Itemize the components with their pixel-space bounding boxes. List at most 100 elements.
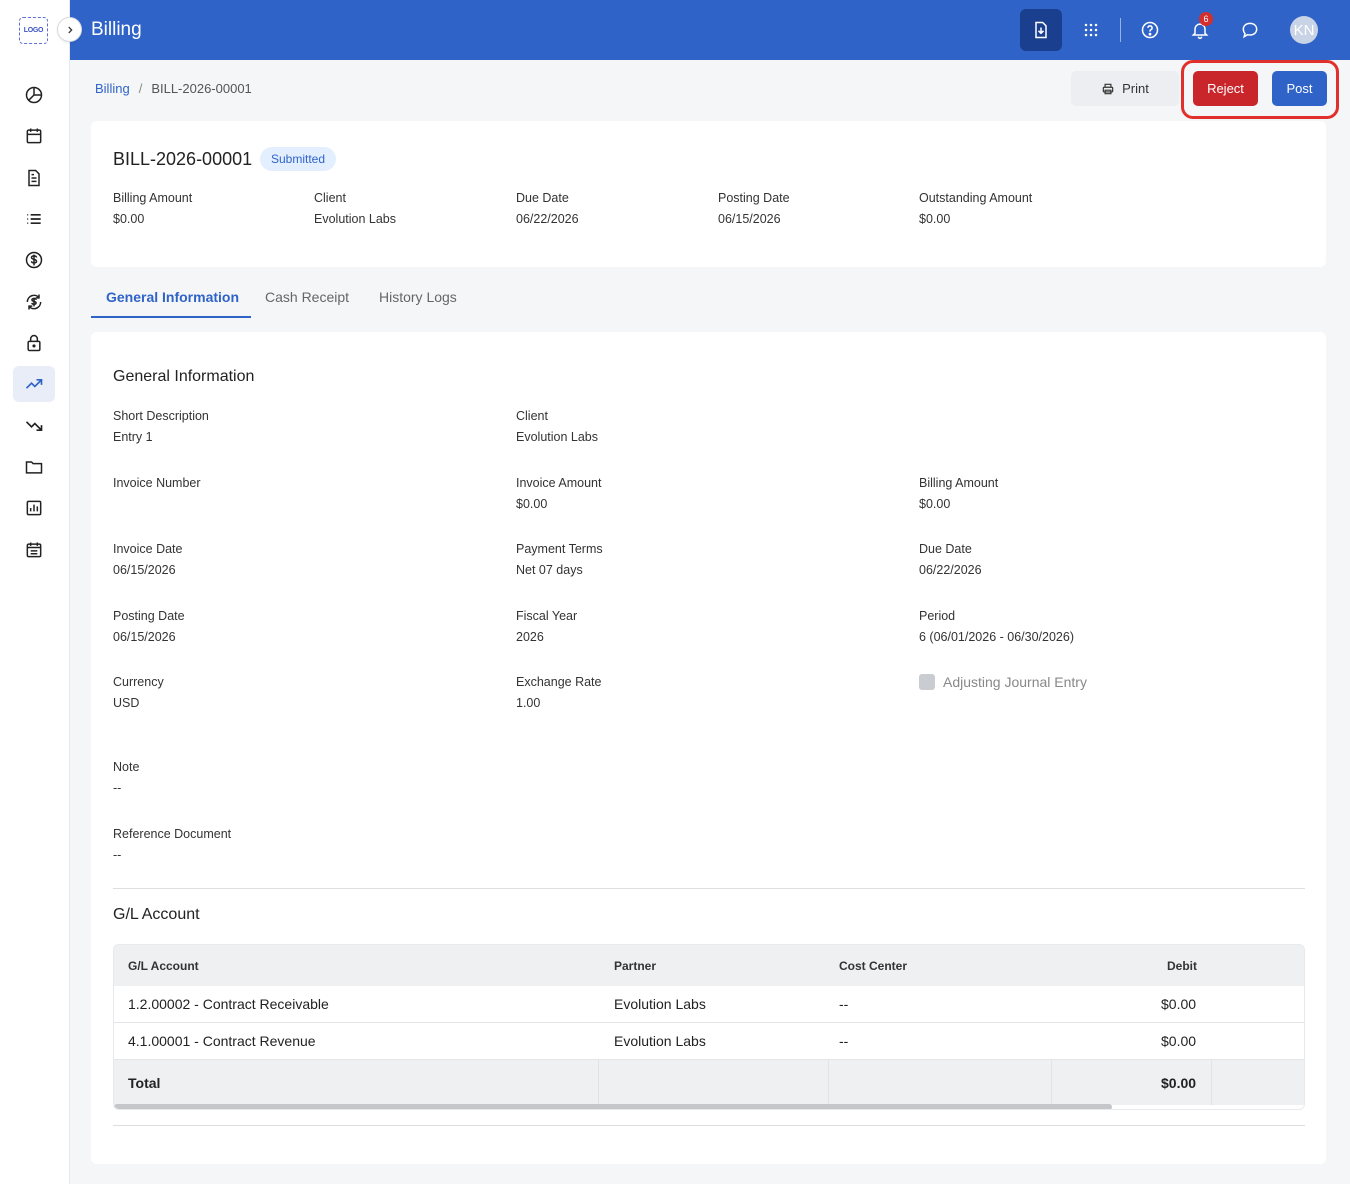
sidebar-item-calendar[interactable]: [13, 118, 55, 154]
note-field: Note --: [113, 760, 140, 795]
total-col-divider: [1051, 1060, 1052, 1105]
user-avatar[interactable]: KN: [1290, 16, 1318, 44]
total-debit: $0.00: [1161, 1074, 1197, 1091]
summary-client: Client Evolution Labs: [314, 191, 397, 226]
period-field: Period 6 (06/01/2026 - 06/30/2026): [919, 609, 1074, 644]
action-highlight-outline: [1181, 60, 1339, 119]
sidebar: LOGO: [0, 0, 70, 1184]
col-cost-center[interactable]: Cost Center: [839, 945, 907, 986]
printer-icon: [1102, 83, 1114, 94]
chevron-right-icon: [67, 26, 73, 33]
breadcrumb-separator: /: [138, 81, 143, 96]
invoice-number-field: Invoice Number: [113, 476, 201, 490]
total-label: Total: [128, 1074, 161, 1091]
tab-cash-receipt[interactable]: Cash Receipt: [265, 289, 349, 305]
col-gl-account[interactable]: G/L Account: [128, 945, 199, 986]
cell-cost-center: --: [839, 1033, 849, 1049]
table-row[interactable]: 4.1.00001 - Contract Revenue Evolution L…: [114, 1023, 1304, 1060]
print-button[interactable]: Print: [1071, 71, 1179, 106]
grid-dots-icon: [1084, 23, 1098, 37]
sidebar-item-payments[interactable]: [13, 242, 55, 278]
invoice-date-field: Invoice Date 06/15/2026: [113, 542, 183, 577]
sidebar-item-reports[interactable]: [13, 490, 55, 526]
help-icon: [1141, 21, 1159, 39]
total-col-divider: [598, 1060, 599, 1105]
document-icon: [28, 169, 40, 187]
sidebar-item-expenses[interactable]: [13, 408, 55, 444]
cell-partner: Evolution Labs: [614, 1033, 706, 1049]
adjusting-journal-entry-checkbox[interactable]: Adjusting Journal Entry: [919, 674, 1087, 690]
client-field: Client Evolution Labs: [516, 409, 599, 444]
reference-document-field: Reference Document --: [113, 827, 232, 862]
total-col-divider: [828, 1060, 829, 1105]
file-download-icon: [1035, 21, 1047, 39]
col-debit[interactable]: Debit: [1167, 945, 1197, 986]
download-button[interactable]: [1020, 9, 1062, 51]
sidebar-item-recurring[interactable]: [13, 284, 55, 320]
sidebar-item-dashboard[interactable]: [13, 77, 55, 113]
table-horizontal-scrollbar[interactable]: [114, 1104, 1112, 1109]
gl-account-title: G/L Account: [113, 906, 200, 923]
due-date-field: Due Date 06/22/2026: [919, 542, 982, 577]
posting-date-field: Posting Date 06/15/2026: [113, 609, 185, 644]
calendar-icon: [26, 128, 42, 144]
breadcrumb-current: BILL-2026-00001: [151, 81, 252, 96]
gl-account-table: G/L Account Partner Cost Center Debit 1.…: [113, 944, 1305, 1110]
dollar-circle-icon: [25, 251, 43, 269]
trending-up-icon: [25, 379, 43, 389]
tab-history-logs[interactable]: History Logs: [379, 289, 457, 305]
total-col-divider: [1211, 1060, 1212, 1105]
dollar-refresh-icon: [26, 294, 42, 310]
general-information-card: General Information Short Description En…: [91, 332, 1326, 1164]
cell-partner: Evolution Labs: [614, 996, 706, 1012]
table-row[interactable]: 1.2.00002 - Contract Receivable Evolutio…: [114, 986, 1304, 1023]
invoice-amount-field: Invoice Amount $0.00: [516, 476, 602, 511]
calendar-list-icon: [26, 542, 42, 558]
adjusting-journal-entry-label: Adjusting Journal Entry: [943, 674, 1087, 690]
sidebar-item-revenue[interactable]: [13, 366, 55, 402]
notifications-button[interactable]: 6: [1179, 9, 1221, 51]
checkbox-box[interactable]: [919, 674, 935, 690]
sidebar-item-security[interactable]: [13, 325, 55, 361]
summary-due-date: Due Date 06/22/2026: [516, 191, 579, 226]
sidebar-item-documents[interactable]: [13, 160, 55, 196]
folder-icon: [25, 461, 43, 474]
summary-card: BILL-2026-00001 Submitted Billing Amount…: [91, 121, 1326, 267]
cell-gl-account: 4.1.00001 - Contract Revenue: [128, 1033, 316, 1049]
summary-posting-date: Posting Date 06/15/2026: [718, 191, 790, 226]
summary-outstanding-amount: Outstanding Amount $0.00: [919, 191, 1033, 226]
help-button[interactable]: [1129, 9, 1171, 51]
summary-billing-amount: Billing Amount $0.00: [113, 191, 193, 226]
breadcrumb: Billing / BILL-2026-00001: [95, 81, 252, 96]
cell-gl-account: 1.2.00002 - Contract Receivable: [128, 996, 329, 1012]
active-tab-indicator: [91, 316, 251, 318]
sidebar-expand-button[interactable]: [57, 17, 82, 42]
sidebar-item-list[interactable]: [13, 201, 55, 237]
header-divider: [1120, 18, 1121, 42]
logo: LOGO: [19, 17, 48, 44]
currency-field: Currency USD: [113, 675, 164, 710]
pie-chart-icon: [25, 86, 43, 104]
bottom-divider: [113, 1125, 1305, 1126]
general-information-title: General Information: [113, 368, 255, 385]
breadcrumb-billing-link[interactable]: Billing: [95, 81, 130, 96]
section-divider: [113, 888, 1305, 889]
notification-badge: 6: [1199, 12, 1213, 26]
chat-icon: [1242, 22, 1258, 39]
short-description-field: Short Description Entry 1: [113, 409, 209, 444]
bar-chart-icon: [26, 500, 42, 516]
cell-cost-center: --: [839, 996, 849, 1012]
sidebar-item-schedule[interactable]: [13, 532, 55, 568]
table-total-row: Total $0.00: [114, 1060, 1304, 1105]
trending-down-icon: [25, 421, 43, 431]
messages-button[interactable]: [1229, 9, 1271, 51]
print-label: Print: [1122, 81, 1149, 96]
tab-general-information[interactable]: General Information: [106, 289, 239, 305]
exchange-rate-field: Exchange Rate 1.00: [516, 675, 602, 710]
apps-button[interactable]: [1070, 9, 1112, 51]
status-badge: Submitted: [260, 147, 337, 171]
page-title: Billing: [91, 19, 142, 40]
list-icon: [27, 214, 41, 224]
sidebar-item-files[interactable]: [13, 449, 55, 485]
col-partner[interactable]: Partner: [614, 945, 656, 986]
